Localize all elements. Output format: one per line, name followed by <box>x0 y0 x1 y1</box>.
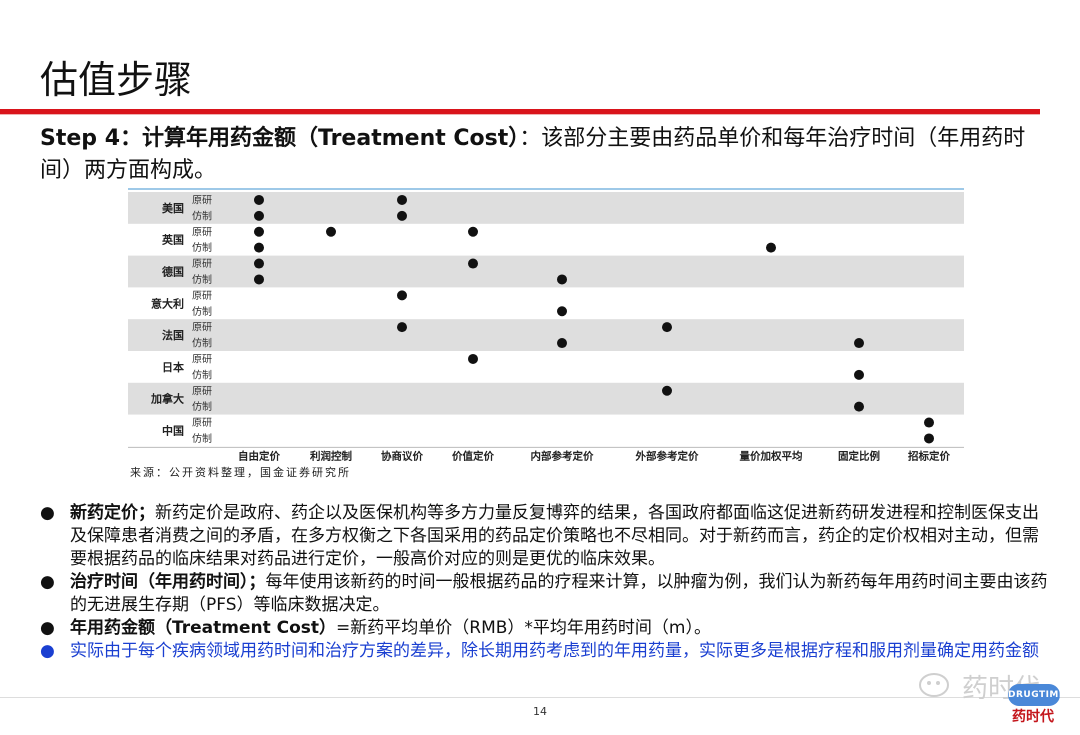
data-dot <box>254 226 264 237</box>
data-dot <box>766 242 776 253</box>
data-dot <box>557 274 567 285</box>
bullet-bold: 治疗时间（年用药时间）； <box>70 572 266 592</box>
bullet-item: ● 新药定价；新药定价是政府、药企以及医保机构等多方力量反复博弈的结果，各国政府… <box>38 502 1048 571</box>
data-dot <box>854 369 864 380</box>
band-6 <box>128 382 964 415</box>
x-tick-label: 量价加权平均 <box>740 449 803 462</box>
row-type-label: 仿制 <box>192 273 212 286</box>
row-type-label: 仿制 <box>192 241 212 254</box>
country-label: 加拿大 <box>150 392 184 406</box>
bullet-dot-icon: ● <box>40 641 55 661</box>
row-type-label: 原研 <box>192 417 212 429</box>
data-dot <box>254 210 264 221</box>
row-type-label: 仿制 <box>192 209 212 222</box>
data-dot <box>468 226 478 237</box>
row-type-label: 原研 <box>192 194 212 206</box>
data-dot <box>557 306 567 317</box>
row-type-label: 原研 <box>192 258 212 270</box>
data-dot <box>924 417 934 428</box>
bullet-list: ● 新药定价；新药定价是政府、药企以及医保机构等多方力量反复博弈的结果，各国政府… <box>38 502 1048 663</box>
x-tick-label: 利润控制 <box>310 449 352 462</box>
data-dot <box>326 226 336 237</box>
row-type-label: 仿制 <box>192 305 212 318</box>
data-dot <box>254 274 264 285</box>
bullet-bold: 年用药金额（Treatment Cost） <box>70 618 337 638</box>
data-dot <box>468 258 478 269</box>
x-tick-label: 价值定价 <box>452 449 494 462</box>
country-label: 法国 <box>162 328 184 342</box>
x-tick-label: 协商议价 <box>381 449 423 462</box>
bullet-dot-icon: ● <box>40 618 55 638</box>
row-type-label: 原研 <box>192 290 212 302</box>
bullet-dot-icon: ● <box>40 503 55 523</box>
wechat-icon <box>919 673 949 697</box>
x-tick-label: 招标定价 <box>908 449 950 462</box>
step-heading: Step 4：计算年用药金额（Treatment Cost）：该部分主要由药品单… <box>40 123 1040 187</box>
country-label: 意大利 <box>151 296 184 310</box>
data-dot <box>397 194 407 205</box>
bullet-text: 实际由于每个疾病领域用药时间和治疗方案的差异，除长期用药考虑到的年用药量，实际更… <box>70 641 1039 661</box>
country-label: 英国 <box>161 233 184 247</box>
data-dot <box>254 258 264 269</box>
data-dot <box>254 242 264 253</box>
chart-source: 来源：公开资料整理，国金证券研究所 <box>130 466 351 479</box>
bullet-text: =新药平均单价（RMB）*平均年用药时间（m）。 <box>336 618 711 638</box>
x-tick-label: 自由定价 <box>238 449 280 462</box>
row-type-label: 原研 <box>192 226 212 238</box>
data-dot <box>854 401 864 412</box>
data-dot <box>662 385 672 396</box>
country-label: 美国 <box>162 201 184 215</box>
row-type-label: 仿制 <box>192 432 212 445</box>
bullet-item: ● 实际由于每个疾病领域用药时间和治疗方案的差异，除长期用药考虑到的年用药量，实… <box>38 640 1048 663</box>
pricing-chart: 美国 原研 仿制 英国 原研 仿制 德国 原研 仿制 意大利 原研 仿制 法国 原研 仿制 日本 原研 仿制 加拿大… <box>128 188 964 480</box>
bullet-item: ● 年用药金额（Treatment Cost）=新药平均单价（RMB）*平均年用… <box>38 617 1048 640</box>
bullet-item: ● 治疗时间（年用药时间）；每年使用该新药的时间一般根据药品的疗程来计算，以肿瘤… <box>38 571 1048 617</box>
row-type-label: 原研 <box>192 353 212 365</box>
data-dot <box>397 210 407 221</box>
data-dot <box>924 433 934 444</box>
bullet-dot-icon: ● <box>40 572 55 592</box>
drugtimes-logo: DRUGTIMES <box>1008 684 1072 706</box>
data-dot <box>397 322 407 333</box>
data-dot <box>254 194 264 205</box>
country-label: 中国 <box>162 424 184 438</box>
row-type-label: 仿制 <box>192 337 212 350</box>
row-type-label: 原研 <box>192 385 212 397</box>
page-title: 估值步骤 <box>40 58 193 102</box>
title-underline-shadow <box>0 114 1040 115</box>
row-type-label: 仿制 <box>192 368 212 381</box>
drugtimes-logo-name: 药时代 <box>1012 709 1054 725</box>
bullet-bold: 新药定价； <box>70 503 155 523</box>
data-dot <box>662 322 672 333</box>
bullet-text: 新药定价是政府、药企以及医保机构等多方力量反复博弈的结果，各国政府都面临这促进新… <box>70 503 1039 569</box>
page-number: 14 <box>533 705 547 718</box>
row-type-label: 仿制 <box>192 400 212 413</box>
country-label: 德国 <box>161 265 184 279</box>
country-label: 日本 <box>162 360 184 374</box>
x-tick-label: 固定比例 <box>838 449 880 462</box>
row-type-label: 原研 <box>192 322 212 334</box>
band-2 <box>128 255 964 288</box>
step-label: Step 4：计算年用药金额（Treatment Cost） <box>40 126 520 151</box>
data-dot <box>557 338 567 349</box>
data-dot <box>468 353 478 364</box>
x-tick-label: 内部参考定价 <box>531 449 594 462</box>
data-dot <box>397 290 407 301</box>
x-tick-label: 外部参考定价 <box>635 449 699 462</box>
pricing-chart-svg: 美国原研仿制英国原研仿制德国原研仿制意大利原研仿制法国原研仿制日本原研仿制加拿大… <box>128 192 964 462</box>
band-0 <box>128 192 964 224</box>
data-dot <box>854 338 864 349</box>
band-4 <box>128 319 964 351</box>
